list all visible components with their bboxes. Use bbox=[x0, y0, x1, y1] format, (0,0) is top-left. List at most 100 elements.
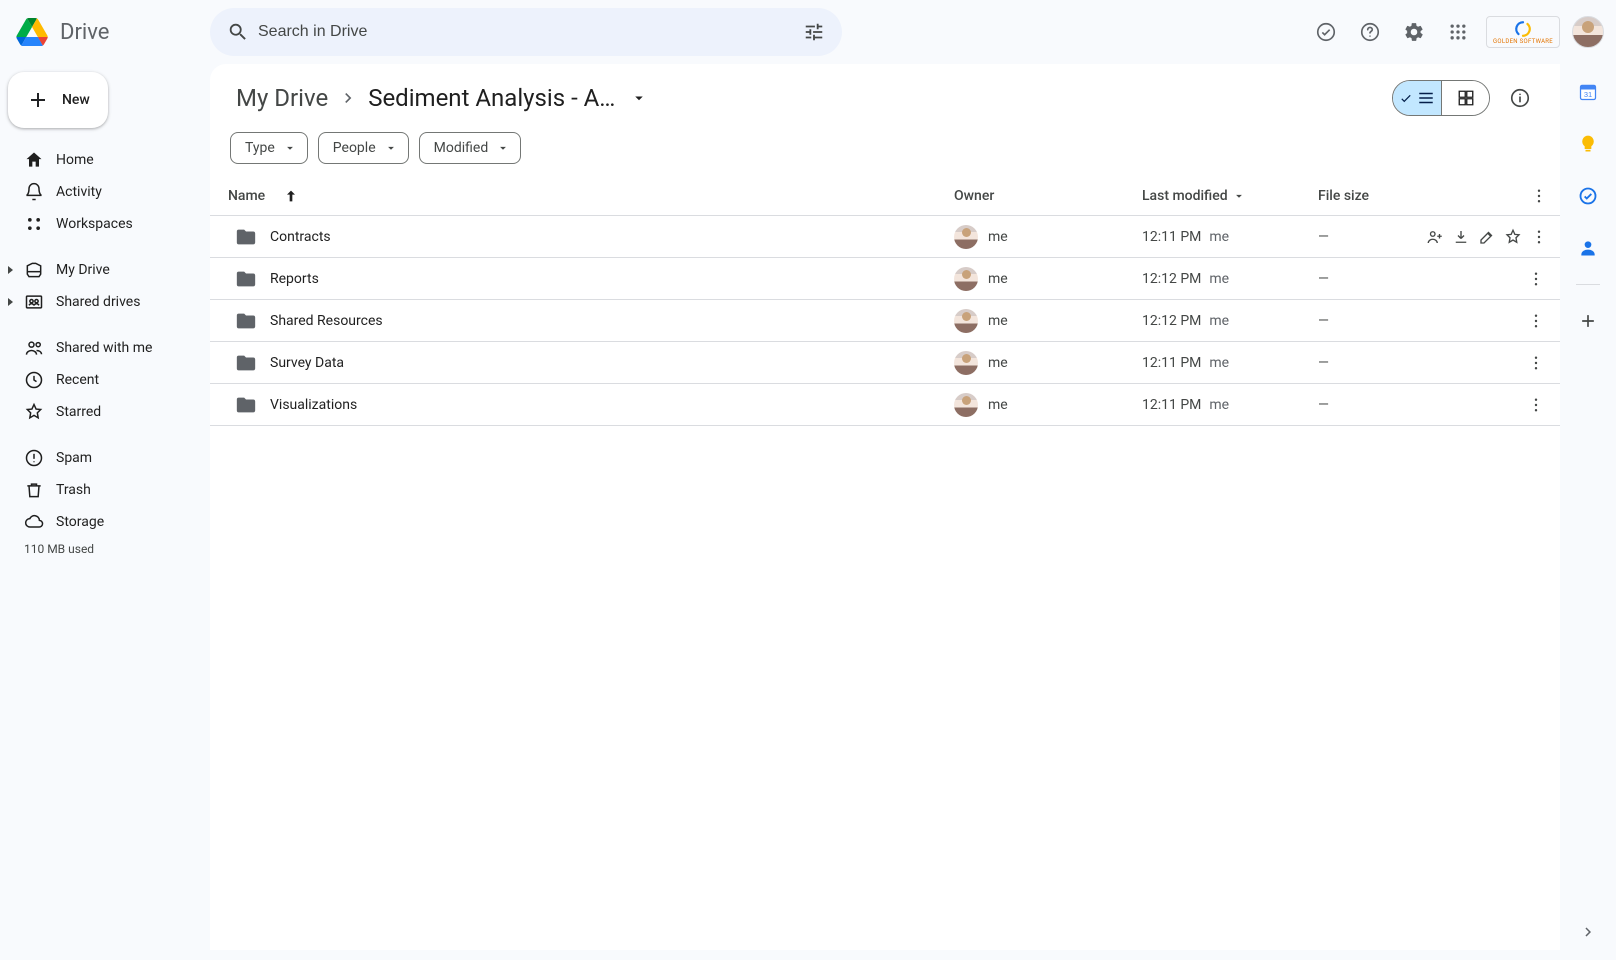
contacts-addon[interactable] bbox=[1568, 228, 1608, 268]
trash-icon bbox=[24, 480, 44, 500]
filter-modified[interactable]: Modified bbox=[419, 132, 522, 164]
more-action[interactable] bbox=[1524, 309, 1548, 333]
nav-label: Spam bbox=[56, 450, 92, 466]
table-row[interactable]: Shared Resources me 12:12 PMme — bbox=[210, 300, 1560, 342]
col-owner[interactable]: Owner bbox=[954, 188, 1142, 204]
share-action[interactable] bbox=[1426, 225, 1444, 249]
table-row[interactable]: Survey Data me 12:11 PMme — bbox=[210, 342, 1560, 384]
logo-block[interactable]: Drive bbox=[8, 12, 210, 52]
search-icon[interactable] bbox=[218, 12, 258, 52]
nav-label: Home bbox=[56, 152, 94, 168]
grid-view-button[interactable] bbox=[1441, 81, 1489, 115]
settings-icon[interactable] bbox=[1394, 12, 1434, 52]
nav-home[interactable]: Home bbox=[12, 144, 198, 176]
more-action[interactable] bbox=[1524, 351, 1548, 375]
row-owner: me bbox=[954, 267, 1142, 291]
row-name: Shared Resources bbox=[270, 313, 954, 329]
filter-type[interactable]: Type bbox=[230, 132, 308, 164]
nav-label: Storage bbox=[56, 514, 104, 530]
row-size: — bbox=[1318, 229, 1504, 245]
table-body: Contracts me 12:11 PMme — Reports me 12:… bbox=[210, 216, 1560, 426]
calendar-addon[interactable]: 31 bbox=[1568, 72, 1608, 112]
help-icon[interactable] bbox=[1350, 12, 1390, 52]
star-action[interactable] bbox=[1504, 225, 1522, 249]
shared-drives-icon bbox=[24, 292, 44, 312]
caret-down-icon bbox=[1232, 189, 1246, 203]
folder-icon bbox=[222, 226, 270, 248]
offline-ready-icon[interactable] bbox=[1306, 12, 1346, 52]
breadcrumb-dropdown[interactable] bbox=[626, 85, 652, 111]
nav-label: My Drive bbox=[56, 262, 110, 278]
apps-icon[interactable] bbox=[1438, 12, 1478, 52]
org-logo[interactable]: GOLDEN SOFTWARE bbox=[1486, 16, 1560, 48]
my-drive-icon bbox=[24, 260, 44, 280]
list-view-button[interactable] bbox=[1393, 81, 1441, 115]
row-size: — bbox=[1318, 313, 1504, 329]
side-panel: 31 bbox=[1560, 64, 1616, 960]
nav-recent[interactable]: Recent bbox=[12, 364, 198, 396]
nav-label: Workspaces bbox=[56, 216, 133, 232]
caret-down-icon bbox=[384, 141, 398, 155]
spam-icon bbox=[24, 448, 44, 468]
rename-action[interactable] bbox=[1478, 225, 1496, 249]
row-modified: 12:11 PMme bbox=[1142, 229, 1318, 245]
table-row[interactable]: Visualizations me 12:11 PMme — bbox=[210, 384, 1560, 426]
nav-activity[interactable]: Activity bbox=[12, 176, 198, 208]
row-owner: me bbox=[954, 309, 1142, 333]
drive-logo-icon bbox=[12, 12, 52, 52]
nav-workspaces[interactable]: Workspaces bbox=[12, 208, 198, 240]
row-modified: 12:12 PMme bbox=[1142, 313, 1318, 329]
row-actions bbox=[1504, 351, 1552, 375]
owner-avatar bbox=[954, 393, 978, 417]
nav-storage[interactable]: Storage bbox=[12, 506, 198, 538]
view-toggle bbox=[1392, 80, 1490, 116]
app-title: Drive bbox=[60, 20, 109, 45]
col-modified[interactable]: Last modified bbox=[1142, 188, 1318, 204]
owner-avatar bbox=[954, 309, 978, 333]
row-name: Reports bbox=[270, 271, 954, 287]
search-bar[interactable] bbox=[210, 8, 842, 56]
col-size[interactable]: File size bbox=[1318, 188, 1504, 204]
row-actions bbox=[1504, 309, 1552, 333]
nav-shared-drives[interactable]: Shared drives bbox=[12, 286, 198, 318]
more-action[interactable] bbox=[1524, 393, 1548, 417]
folder-icon bbox=[222, 268, 270, 290]
nav-spam[interactable]: Spam bbox=[12, 442, 198, 474]
col-name[interactable]: Name bbox=[222, 188, 954, 204]
search-input[interactable] bbox=[258, 23, 794, 41]
folder-icon bbox=[222, 394, 270, 416]
row-modified: 12:11 PMme bbox=[1142, 397, 1318, 413]
tasks-addon[interactable] bbox=[1568, 176, 1608, 216]
table-row[interactable]: Reports me 12:12 PMme — bbox=[210, 258, 1560, 300]
row-size: — bbox=[1318, 397, 1504, 413]
filter-people[interactable]: People bbox=[318, 132, 409, 164]
nav-starred[interactable]: Starred bbox=[12, 396, 198, 428]
more-action[interactable] bbox=[1530, 225, 1548, 249]
collapse-side-panel[interactable] bbox=[1570, 914, 1606, 950]
nav-label: Recent bbox=[56, 372, 99, 388]
new-button[interactable]: New bbox=[8, 72, 108, 128]
get-addons[interactable] bbox=[1568, 301, 1608, 341]
cloud-icon bbox=[24, 512, 44, 532]
nav-trash[interactable]: Trash bbox=[12, 474, 198, 506]
keep-addon[interactable] bbox=[1568, 124, 1608, 164]
details-button[interactable] bbox=[1500, 78, 1540, 118]
nav-label: Trash bbox=[56, 482, 91, 498]
account-avatar[interactable] bbox=[1572, 16, 1604, 48]
breadcrumb-root[interactable]: My Drive bbox=[230, 82, 334, 114]
owner-avatar bbox=[954, 267, 978, 291]
header-actions: GOLDEN SOFTWARE bbox=[1306, 12, 1608, 52]
nav-shared-with-me[interactable]: Shared with me bbox=[12, 332, 198, 364]
row-actions bbox=[1504, 225, 1552, 249]
breadcrumb-row: My Drive Sediment Analysis - Aug… bbox=[210, 72, 1560, 122]
download-action[interactable] bbox=[1452, 225, 1470, 249]
more-action[interactable] bbox=[1524, 267, 1548, 291]
caret-down-icon bbox=[283, 141, 297, 155]
nav-my-drive[interactable]: My Drive bbox=[12, 254, 198, 286]
col-menu[interactable] bbox=[1504, 187, 1552, 205]
search-options-icon[interactable] bbox=[794, 12, 834, 52]
nav-label: Activity bbox=[56, 184, 102, 200]
row-owner: me bbox=[954, 351, 1142, 375]
breadcrumb-current[interactable]: Sediment Analysis - Aug… bbox=[362, 82, 622, 114]
table-row[interactable]: Contracts me 12:11 PMme — bbox=[210, 216, 1560, 258]
